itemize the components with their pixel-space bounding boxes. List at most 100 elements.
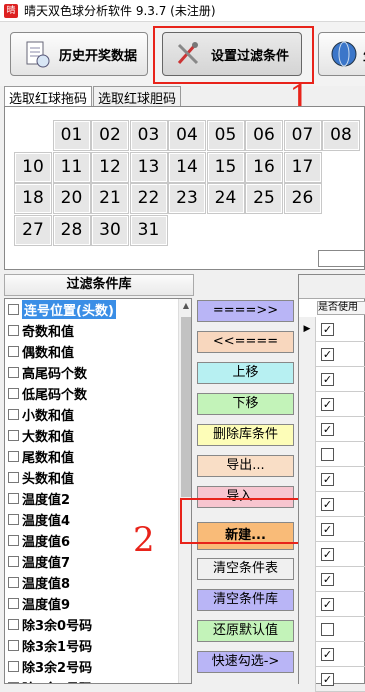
export-button[interactable]: 导出... <box>197 455 294 477</box>
delete-library-condition-button[interactable]: 删除库条件 <box>197 424 294 446</box>
table-row[interactable]: ✓ <box>299 517 365 542</box>
scroll-thumb[interactable] <box>181 317 191 497</box>
number-cell[interactable]: 12 <box>91 151 129 183</box>
number-cell[interactable]: 08 <box>322 120 360 151</box>
restore-default-button[interactable]: 还原默认值 <box>197 620 294 642</box>
use-checkbox[interactable]: ✓ <box>321 498 334 511</box>
library-item[interactable]: 头数和值 <box>5 467 191 488</box>
use-checkbox[interactable]: ✓ <box>321 673 334 686</box>
use-checkbox[interactable]: ✓ <box>321 348 334 361</box>
clear-condition-table-button[interactable]: 清空条件表 <box>197 558 294 580</box>
use-checkbox[interactable]: ✓ <box>321 398 334 411</box>
library-item[interactable]: 奇数和值 <box>5 320 191 341</box>
library-item[interactable]: 连号位置(头数) <box>5 299 191 320</box>
number-cell[interactable]: 20 <box>52 183 91 214</box>
use-checkbox[interactable] <box>321 448 334 461</box>
library-item[interactable]: 温度值6 <box>5 530 191 551</box>
number-cell[interactable]: 18 <box>14 183 52 214</box>
number-cell[interactable]: 10 <box>14 151 52 183</box>
move-up-button[interactable]: 上移 <box>197 362 294 384</box>
library-item[interactable]: 除4余0号码 <box>5 677 191 683</box>
checkbox[interactable] <box>8 430 19 441</box>
number-cell[interactable]: 07 <box>283 120 322 151</box>
move-down-button[interactable]: 下移 <box>197 393 294 415</box>
checkbox[interactable] <box>8 367 19 378</box>
history-data-button[interactable]: 历史开奖数据 <box>10 32 148 76</box>
checkbox[interactable] <box>8 325 19 336</box>
library-item[interactable]: 小数和值 <box>5 404 191 425</box>
move-right-button[interactable]: ====>> <box>197 300 294 322</box>
use-checkbox[interactable]: ✓ <box>321 323 334 336</box>
checkbox[interactable] <box>8 640 19 651</box>
library-item[interactable]: 低尾码个数 <box>5 383 191 404</box>
tab-red-drag[interactable]: 选取红球拖码 <box>4 86 93 107</box>
number-cell[interactable]: 27 <box>14 214 52 246</box>
number-cell[interactable]: 06 <box>245 120 283 151</box>
number-cell[interactable]: 14 <box>168 151 206 183</box>
number-cell[interactable]: 25 <box>245 183 283 214</box>
number-cell[interactable]: 04 <box>168 120 206 151</box>
number-cell[interactable]: 22 <box>129 183 168 214</box>
number-cell[interactable]: 13 <box>129 151 168 183</box>
table-row[interactable]: ✓ <box>299 567 365 592</box>
use-checkbox[interactable]: ✓ <box>321 548 334 561</box>
table-row[interactable]: ✓ <box>299 642 365 667</box>
number-cell[interactable]: 05 <box>206 120 245 151</box>
table-row[interactable] <box>299 617 365 642</box>
library-item[interactable]: 大数和值 <box>5 425 191 446</box>
library-item[interactable]: 温度值7 <box>5 551 191 572</box>
checkbox[interactable] <box>8 577 19 588</box>
library-item[interactable]: 除3余2号码 <box>5 656 191 677</box>
library-item[interactable]: 温度值4 <box>5 509 191 530</box>
library-item[interactable]: 温度值2 <box>5 488 191 509</box>
library-item[interactable]: 偶数和值 <box>5 341 191 362</box>
library-item[interactable]: 尾数和值 <box>5 446 191 467</box>
use-checkbox[interactable]: ✓ <box>321 423 334 436</box>
number-cell[interactable]: 02 <box>91 120 129 151</box>
number-cell[interactable]: 24 <box>206 183 245 214</box>
table-row[interactable]: ✓ <box>299 492 365 517</box>
checkbox[interactable] <box>8 304 19 315</box>
table-row[interactable]: ✓ <box>299 592 365 617</box>
library-item[interactable]: 除3余1号码 <box>5 635 191 656</box>
number-cell[interactable]: 15 <box>206 151 245 183</box>
use-checkbox[interactable] <box>321 623 334 636</box>
checkbox[interactable] <box>8 409 19 420</box>
table-row[interactable]: ✓ <box>299 367 365 392</box>
move-left-button[interactable]: <<==== <box>197 331 294 353</box>
clear-condition-library-button[interactable]: 清空条件库 <box>197 589 294 611</box>
use-checkbox[interactable]: ✓ <box>321 573 334 586</box>
checkbox[interactable] <box>8 493 19 504</box>
number-cell[interactable]: 31 <box>129 214 168 246</box>
number-cell[interactable]: 26 <box>283 183 322 214</box>
checkbox[interactable] <box>8 619 19 630</box>
number-cell[interactable]: 01 <box>52 120 91 151</box>
number-cell[interactable]: 30 <box>91 214 129 246</box>
checkbox[interactable] <box>8 388 19 399</box>
generate-button[interactable]: 生 <box>318 32 365 76</box>
checkbox[interactable] <box>8 661 19 672</box>
number-cell[interactable]: 11 <box>52 151 91 183</box>
checkbox[interactable] <box>8 556 19 567</box>
checkbox[interactable] <box>8 598 19 609</box>
number-cell[interactable]: 23 <box>168 183 206 214</box>
table-row[interactable]: ✓ <box>299 392 365 417</box>
number-cell[interactable]: 17 <box>283 151 322 183</box>
number-cell[interactable]: 03 <box>129 120 168 151</box>
use-checkbox[interactable]: ✓ <box>321 598 334 611</box>
table-row[interactable]: ✓ <box>299 667 365 692</box>
quick-check-button[interactable]: 快速勾选-> <box>197 651 294 673</box>
checkbox[interactable] <box>8 472 19 483</box>
use-checkbox[interactable]: ✓ <box>321 523 334 536</box>
use-checkbox[interactable]: ✓ <box>321 373 334 386</box>
checkbox[interactable] <box>8 535 19 546</box>
use-checkbox[interactable]: ✓ <box>321 473 334 486</box>
library-item[interactable]: 温度值9 <box>5 593 191 614</box>
checkbox[interactable] <box>8 346 19 357</box>
checkbox[interactable] <box>8 514 19 525</box>
table-row[interactable]: ▶ ✓ <box>299 317 365 342</box>
table-row[interactable]: ✓ <box>299 467 365 492</box>
use-checkbox[interactable]: ✓ <box>321 648 334 661</box>
table-row[interactable]: ✓ <box>299 342 365 367</box>
library-scrollbar[interactable]: ▲ <box>178 299 191 683</box>
